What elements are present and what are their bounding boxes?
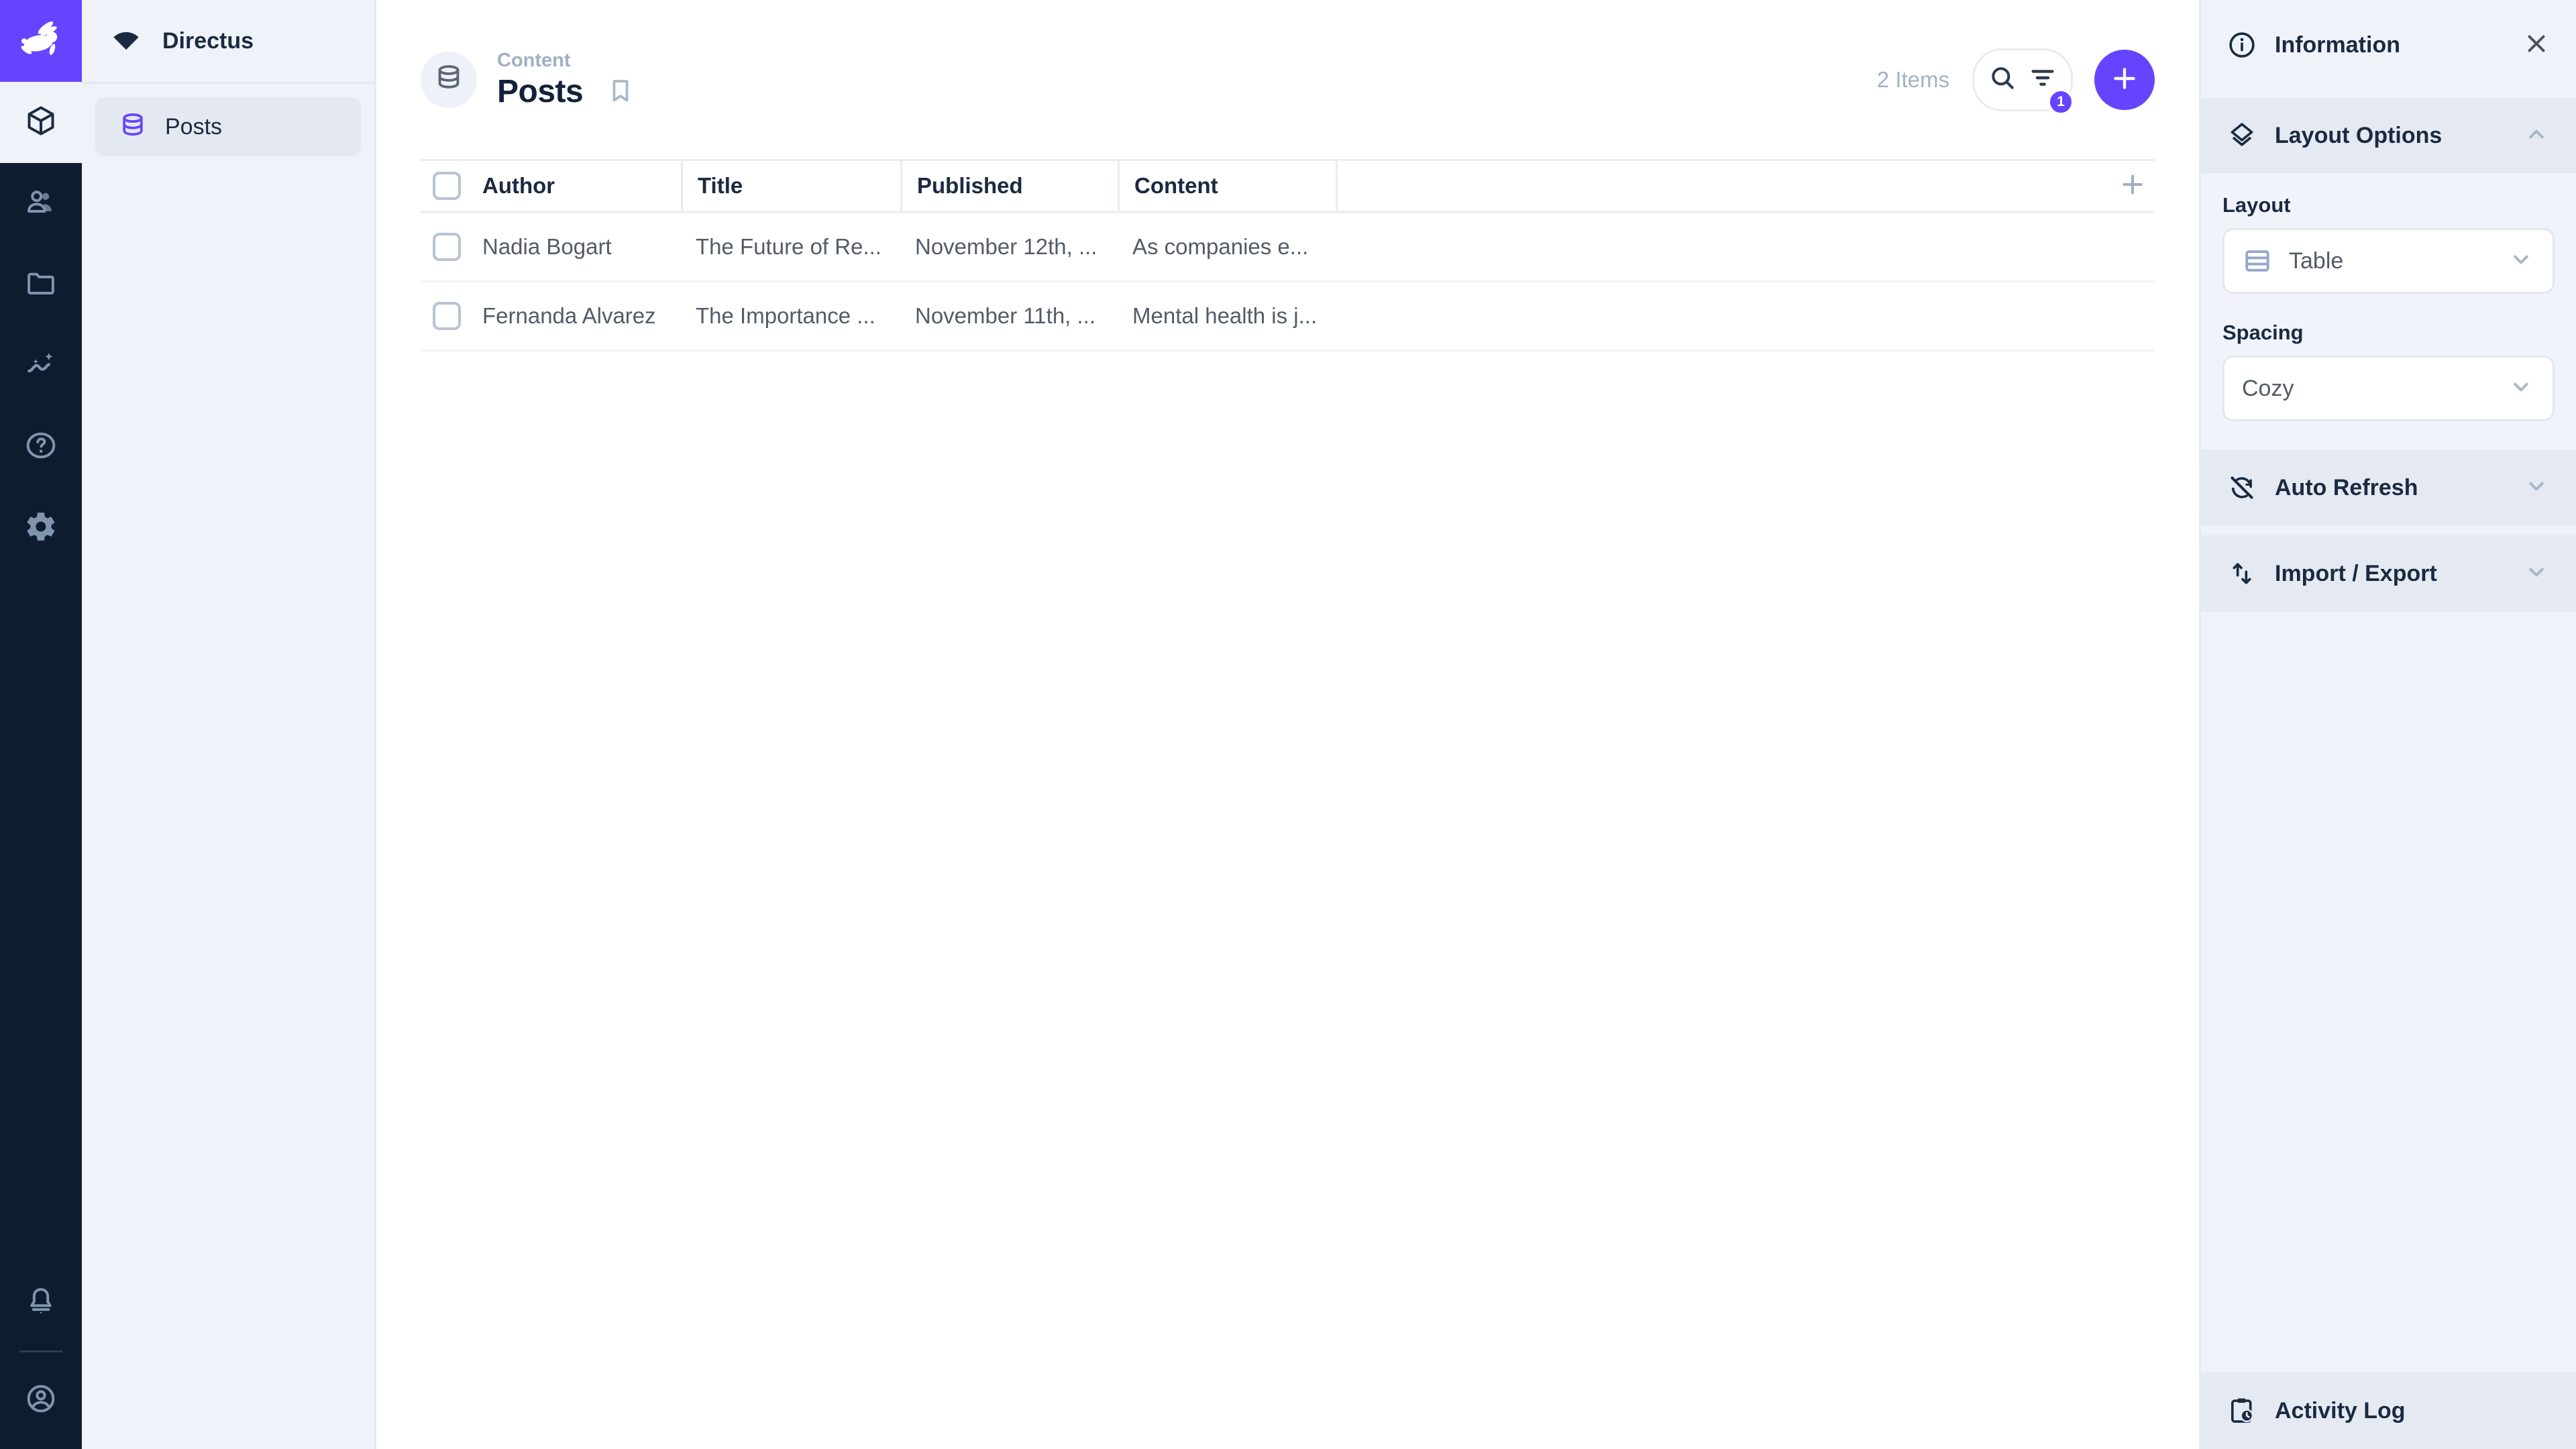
spacing-select[interactable]: Cozy — [2222, 356, 2555, 421]
module-insights[interactable] — [0, 325, 82, 407]
activity-log-icon — [2231, 1398, 2254, 1423]
database-icon — [118, 111, 148, 144]
information-label: Information — [2275, 32, 2400, 58]
layout-options-content: Layout Table Spacing Cozy — [2201, 173, 2576, 445]
search-icon[interactable] — [1988, 63, 2017, 96]
spacing-value: Cozy — [2242, 375, 2294, 401]
row-checkbox[interactable] — [433, 302, 461, 330]
settings-gear-icon — [24, 510, 58, 547]
chevron-up-icon[interactable] — [2522, 120, 2551, 152]
auto-refresh-label: Auto Refresh — [2275, 474, 2418, 500]
column-header-published[interactable]: Published — [900, 161, 1118, 211]
directus-logo[interactable] — [0, 0, 82, 82]
layers-icon — [2231, 123, 2253, 146]
bookmark-icon[interactable] — [606, 76, 635, 109]
import-export-label: Import / Export — [2275, 560, 2437, 586]
cell-content: Mental health is j... — [1132, 303, 1318, 328]
chevron-down-icon[interactable] — [2522, 558, 2551, 590]
filter-count-badge: 1 — [2047, 87, 2075, 116]
database-icon — [433, 62, 464, 97]
close-sidebar-button[interactable] — [2522, 30, 2551, 61]
collection-icon-circle[interactable] — [421, 51, 477, 108]
row-checkbox[interactable] — [433, 233, 461, 261]
activity-log-label: Activity Log — [2275, 1397, 2406, 1424]
chevron-down-icon[interactable] — [2522, 472, 2551, 504]
title-block: Content Posts — [497, 50, 635, 109]
add-column-cell — [1336, 161, 2155, 211]
module-bar-divider — [19, 1350, 62, 1352]
page-header: Content Posts 2 Items 1 — [376, 0, 2199, 159]
cell-author: Fernanda Alvarez — [482, 303, 656, 328]
cell-content: As companies e... — [1132, 234, 1309, 259]
users-icon — [24, 185, 58, 222]
module-help[interactable] — [0, 407, 82, 488]
layout-options-label: Layout Options — [2275, 122, 2443, 148]
module-bar — [0, 0, 82, 1449]
main-content: Content Posts 2 Items 1 Author Title Pub… — [376, 0, 2199, 1449]
table-row[interactable]: Nadia Bogart The Future of Re... Novembe… — [421, 213, 2155, 282]
bell-icon — [24, 1285, 58, 1322]
cell-author: Nadia Bogart — [482, 234, 612, 259]
info-icon — [2229, 32, 2255, 58]
navigation-sidebar: Directus Posts — [82, 0, 376, 1449]
insights-chart-icon — [24, 347, 58, 384]
account-circle-icon — [24, 1382, 58, 1419]
chevron-down-icon — [2507, 373, 2535, 405]
rabbit-logo-icon — [16, 15, 66, 68]
table-layout-icon — [2245, 250, 2269, 272]
module-settings[interactable] — [0, 488, 82, 569]
content-cube-icon — [24, 104, 58, 141]
cell-published: November 12th, ... — [915, 234, 1097, 259]
layout-field-label: Layout — [2222, 193, 2291, 217]
select-all-checkbox[interactable] — [433, 172, 461, 200]
module-content[interactable] — [0, 82, 82, 163]
breadcrumb[interactable]: Content — [497, 50, 635, 72]
info-sidebar: Information Layout Options Layout Table … — [2199, 0, 2576, 1449]
layout-options-header[interactable]: Layout Options — [2201, 98, 2576, 173]
items-count: 2 Items — [1876, 66, 1949, 92]
auto-refresh-section[interactable]: Auto Refresh — [2201, 449, 2576, 526]
module-users[interactable] — [0, 163, 82, 244]
project-name: Directus — [162, 28, 254, 54]
spacing-field-label: Spacing — [2222, 321, 2304, 344]
folder-icon — [24, 266, 58, 303]
help-question-icon — [24, 429, 58, 466]
column-header-content[interactable]: Content — [1118, 161, 1336, 211]
select-all-cell — [421, 161, 468, 211]
activity-log-section[interactable]: Activity Log — [2201, 1373, 2576, 1449]
chevron-down-icon — [2507, 246, 2535, 277]
module-files[interactable] — [0, 244, 82, 325]
page-title: Posts — [497, 74, 584, 110]
items-table: Author Title Published Content Nadia Bog… — [421, 159, 2155, 352]
project-header[interactable]: Directus — [82, 0, 374, 84]
plus-icon — [2108, 62, 2141, 97]
cell-title: The Importance ... — [696, 303, 875, 328]
sync-disabled-icon — [2231, 476, 2253, 499]
notifications-button[interactable] — [0, 1273, 82, 1333]
header-actions: 2 Items 1 — [1876, 48, 2155, 116]
close-icon — [2528, 35, 2545, 52]
import-export-section[interactable]: Import / Export — [2201, 535, 2576, 612]
table-header-row: Author Title Published Content — [421, 159, 2155, 213]
project-fan-icon — [109, 28, 144, 55]
table-row[interactable]: Fernanda Alvarez The Importance ... Nove… — [421, 282, 2155, 352]
user-menu-button[interactable] — [0, 1370, 82, 1430]
layout-value: Table — [2289, 248, 2344, 274]
import-export-icon — [2233, 563, 2251, 584]
sidebar-item-posts[interactable]: Posts — [95, 97, 361, 156]
column-header-title[interactable]: Title — [681, 161, 900, 211]
directus-app: Directus Posts Content Posts 2 Items 1 A… — [0, 0, 2576, 1449]
column-header-author[interactable]: Author — [468, 161, 681, 211]
cell-published: November 11th, ... — [915, 303, 1096, 328]
information-header: Information — [2201, 0, 2576, 90]
search-filter-pill: 1 — [1972, 48, 2075, 116]
add-column-icon[interactable] — [2117, 169, 2148, 203]
cell-title: The Future of Re... — [696, 234, 881, 259]
add-item-button[interactable] — [2094, 49, 2155, 110]
sidebar-item-label: Posts — [165, 113, 223, 140]
layout-select[interactable]: Table — [2222, 228, 2555, 294]
collection-nav: Posts — [82, 84, 374, 170]
